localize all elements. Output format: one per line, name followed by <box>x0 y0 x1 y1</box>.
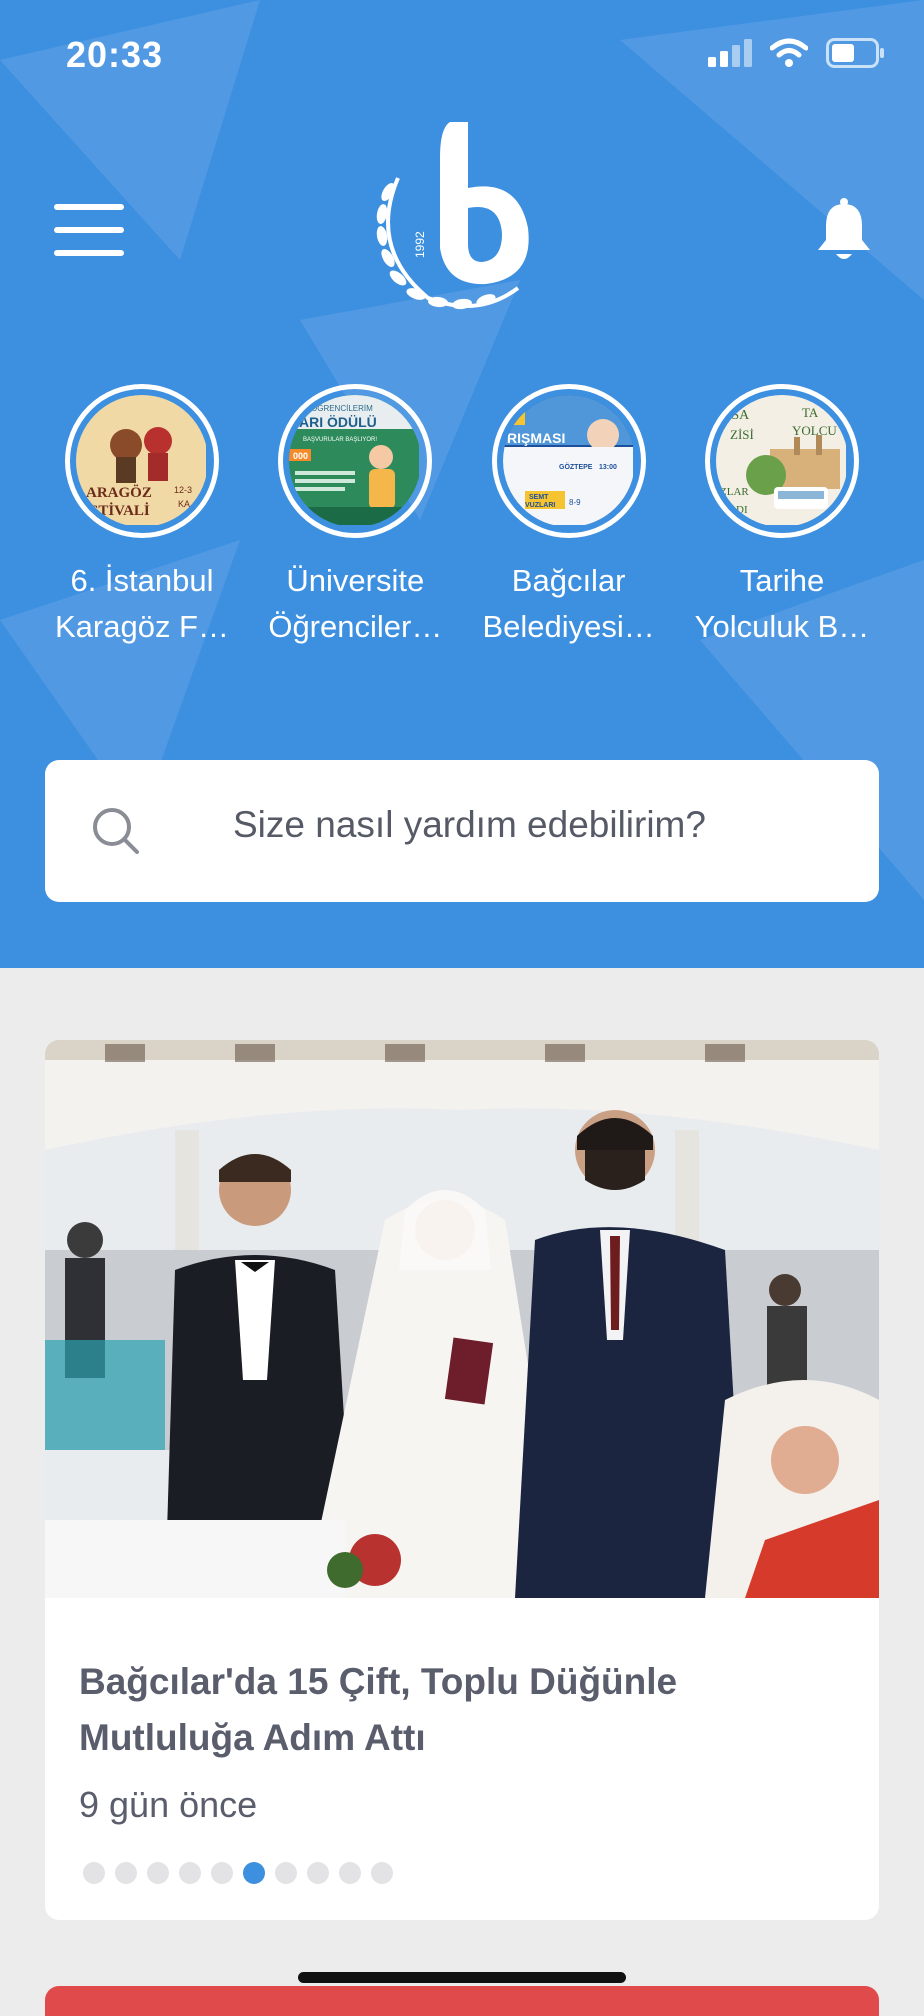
carousel-dot[interactable] <box>115 1862 137 1884</box>
story-thumbnail: RSA ZİSİ TA YOLCU ZLAR DI <box>704 384 859 538</box>
menu-icon <box>54 204 124 256</box>
svg-text:12-3: 12-3 <box>174 485 192 495</box>
svg-text:SEMT: SEMT <box>529 494 549 501</box>
search-input[interactable]: Size nasıl yardım edebilirim? <box>45 760 879 902</box>
stories-row: ARAGÖZ STİVALİ 12-3 KA 6. İstanbul Karag… <box>42 384 882 650</box>
carousel-dot[interactable] <box>307 1862 329 1884</box>
svg-text:VUZLARI: VUZLARI <box>525 502 555 509</box>
wifi-icon <box>770 38 808 67</box>
svg-text:GÖZTEPE: GÖZTEPE <box>559 462 593 471</box>
svg-text:8-9: 8-9 <box>569 498 581 507</box>
story-thumbnail: ÖĞRENCİLERİM ARI ÖDÜLÜ BAŞVURULAR BAŞLIY… <box>278 384 433 538</box>
svg-text:E: E <box>507 414 514 426</box>
story-label-line2: Karagöz F… <box>54 609 229 644</box>
news-time: 9 gün önce <box>79 1784 258 1825</box>
signal-icon <box>708 39 752 67</box>
story-item[interactable]: E RIŞMASI GÖZTEPE 13:00 SEMT VUZLARI 8-9… <box>469 384 669 650</box>
svg-text:ARI ÖDÜLÜ: ARI ÖDÜLÜ <box>299 414 377 430</box>
svg-text:ZLAR: ZLAR <box>720 486 749 498</box>
carousel-dot[interactable] <box>83 1862 105 1884</box>
search-placeholder: Size nasıl yardım edebilirim? <box>233 804 706 845</box>
svg-text:YOLCU: YOLCU <box>792 423 837 438</box>
carousel-dot[interactable] <box>211 1862 233 1884</box>
story-label-line1: Tarihe <box>739 563 825 598</box>
svg-text:RIŞMASI: RIŞMASI <box>507 430 565 446</box>
home-indicator[interactable] <box>298 1972 626 1983</box>
notifications-button[interactable] <box>814 196 874 264</box>
svg-text:ARAGÖZ: ARAGÖZ <box>86 484 152 501</box>
svg-text:ÖĞRENCİLERİM: ÖĞRENCİLERİM <box>311 404 373 413</box>
menu-button[interactable] <box>54 204 124 256</box>
carousel-dot-active[interactable] <box>243 1862 265 1884</box>
svg-text:STİVALİ: STİVALİ <box>90 502 150 519</box>
story-label-line1: Üniversite <box>286 563 425 598</box>
story-thumbnail: E RIŞMASI GÖZTEPE 13:00 SEMT VUZLARI 8-9 <box>491 384 646 538</box>
story-item[interactable]: ARAGÖZ STİVALİ 12-3 KA 6. İstanbul Karag… <box>42 384 242 650</box>
story-label-line2: Öğrenciler… <box>268 609 443 644</box>
carousel-dot[interactable] <box>179 1862 201 1884</box>
story-label-line1: 6. İstanbul <box>70 563 214 598</box>
next-card-peek[interactable] <box>45 1986 879 2016</box>
search-icon <box>93 808 139 854</box>
svg-text:BAŞVURULAR BAŞLIYOR!: BAŞVURULAR BAŞLIYOR! <box>303 437 377 443</box>
svg-text:RSA: RSA <box>722 408 750 423</box>
carousel-dot[interactable] <box>275 1862 297 1884</box>
bell-icon <box>818 198 870 259</box>
story-label-line2: Yolculuk B… <box>694 609 870 644</box>
svg-text:ZİSİ: ZİSİ <box>730 427 754 442</box>
svg-text:KA: KA <box>178 499 190 509</box>
svg-text:000: 000 <box>293 451 308 461</box>
status-icons <box>708 38 884 68</box>
carousel-dot[interactable] <box>339 1862 361 1884</box>
svg-text:1992: 1992 <box>413 231 427 258</box>
news-card[interactable]: Bağcılar'da 15 Çift, Toplu Düğünle Mutlu… <box>45 1040 879 1920</box>
carousel-dot[interactable] <box>371 1862 393 1884</box>
story-label-line2: Belediyesi… <box>482 609 655 644</box>
svg-text:13:00: 13:00 <box>599 464 617 471</box>
story-item[interactable]: RSA ZİSİ TA YOLCU ZLAR DI Tarihe Yolculu… <box>682 384 882 650</box>
header: 20:33 1992 ARAGÖZ STİVALİ 12-3 KA 6. İst… <box>0 0 924 968</box>
status-time: 20:33 <box>66 34 164 75</box>
carousel-dot[interactable] <box>147 1862 169 1884</box>
svg-text:TA: TA <box>802 405 819 420</box>
carousel-dots <box>83 1862 393 1884</box>
news-title: Bağcılar'da 15 Çift, Toplu Düğünle Mutlu… <box>79 1661 678 1758</box>
svg-text:DI: DI <box>736 504 748 516</box>
battery-icon <box>826 38 884 68</box>
news-photo <box>45 1040 879 1598</box>
story-label-line1: Bağcılar <box>511 563 626 598</box>
logo: 1992 <box>368 118 548 314</box>
story-item[interactable]: ÖĞRENCİLERİM ARI ÖDÜLÜ BAŞVURULAR BAŞLIY… <box>255 384 455 650</box>
story-thumbnail: ARAGÖZ STİVALİ 12-3 KA <box>65 384 219 538</box>
